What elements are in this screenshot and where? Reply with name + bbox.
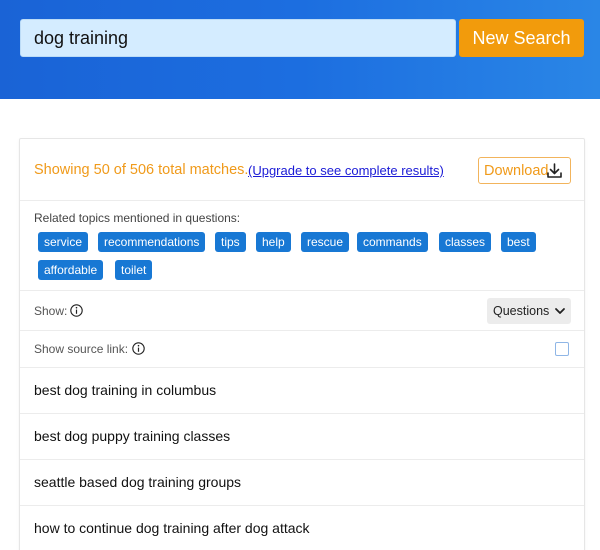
show-row: Show: Questions [20,291,584,331]
result-text: seattle based dog training groups [34,474,242,490]
results-card: Showing 50 of 506 total matches. (Upgrad… [19,138,585,550]
related-topics-label: Related topics mentioned in questions: [34,211,241,225]
download-label: Download [484,162,549,179]
source-link-checkbox[interactable] [555,342,569,356]
show-type-selected: Questions [493,304,550,318]
topic-tag-recommendations[interactable]: recommendations [98,232,206,252]
result-text: best dog training in columbus [34,382,217,398]
source-link-label: Show source link: [34,342,129,356]
new-search-button[interactable]: New Search [459,19,584,57]
result-row[interactable]: how to continue dog training after dog a… [20,506,584,550]
result-row[interactable]: seattle based dog training groups [20,460,584,506]
topic-tag-best[interactable]: best [501,232,536,252]
source-link-row: Show source link: [20,331,584,368]
topic-tag-commands[interactable]: commands [357,232,428,252]
download-button[interactable]: Download [478,157,571,184]
topic-tag-service[interactable]: service [38,232,89,252]
search-input[interactable] [20,19,456,57]
result-row[interactable]: best dog training in columbus [20,368,584,414]
show-label: Show: [34,304,68,318]
download-icon [547,163,562,178]
summary-row: Showing 50 of 506 total matches. (Upgrad… [20,139,584,201]
related-topics: Related topics mentioned in questions: s… [20,201,584,291]
show-type-select[interactable]: Questions [487,298,571,324]
result-text: best dog puppy training classes [34,428,231,444]
info-icon[interactable] [132,342,145,355]
topic-tag-affordable[interactable]: affordable [38,260,104,280]
topic-tag-classes[interactable]: classes [439,232,492,252]
topic-tag-help[interactable]: help [256,232,291,252]
chevron-down-icon [555,308,565,314]
topic-tag-tips[interactable]: tips [215,232,246,252]
upgrade-link[interactable]: (Upgrade to see complete results) [248,163,444,178]
result-row[interactable]: best dog puppy training classes [20,414,584,460]
result-text: how to continue dog training after dog a… [34,520,310,536]
topic-tag-rescue[interactable]: rescue [301,232,350,252]
match-count-text: Showing 50 of 506 total matches. [34,162,249,178]
info-icon[interactable] [70,304,83,317]
topic-tag-toilet[interactable]: toilet [115,260,153,280]
